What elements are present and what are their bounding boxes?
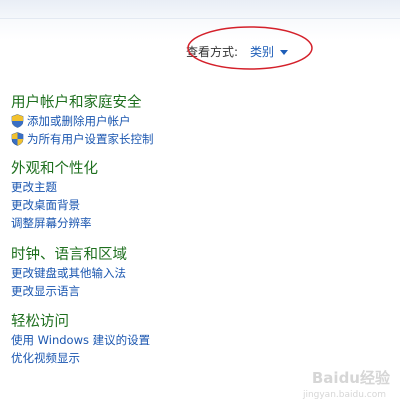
link-optimize-video-display[interactable]: 优化视频显示 <box>11 349 150 367</box>
link-change-desktop-background[interactable]: 更改桌面背景 <box>11 196 98 214</box>
section-ease-of-access: 轻松访问 使用 Windows 建议的设置 优化视频显示 <box>11 313 150 367</box>
link-parental-controls[interactable]: 为所有用户设置家长控制 <box>11 130 154 148</box>
link-windows-suggested-settings[interactable]: 使用 Windows 建议的设置 <box>11 331 150 349</box>
control-panel-page: 查看方式: 类别 用户帐户和家庭安全 添加或删除用户帐户 为所有用户设置家长控制… <box>0 0 400 400</box>
shield-icon <box>11 114 24 128</box>
link-change-display-language[interactable]: 更改显示语言 <box>11 282 127 300</box>
link-add-remove-accounts[interactable]: 添加或删除用户帐户 <box>11 112 154 130</box>
section-appearance: 外观和个性化 更改主题 更改桌面背景 调整屏幕分辨率 <box>11 160 98 232</box>
link-label: 为所有用户设置家长控制 <box>27 132 154 146</box>
link-label: 添加或删除用户帐户 <box>27 114 131 128</box>
section-title-user-accounts[interactable]: 用户帐户和家庭安全 <box>11 94 154 112</box>
section-title-clock-language-region[interactable]: 时钟、语言和区域 <box>11 246 127 264</box>
section-clock-language-region: 时钟、语言和区域 更改键盘或其他输入法 更改显示语言 <box>11 246 127 300</box>
section-title-appearance[interactable]: 外观和个性化 <box>11 160 98 178</box>
link-adjust-resolution[interactable]: 调整屏幕分辨率 <box>11 214 98 232</box>
section-title-ease-of-access[interactable]: 轻松访问 <box>11 313 150 331</box>
baidu-watermark-url: jingyan.baidu.com <box>302 390 386 400</box>
baidu-watermark: Baidu经验 <box>311 369 390 387</box>
link-change-theme[interactable]: 更改主题 <box>11 178 98 196</box>
section-user-accounts: 用户帐户和家庭安全 添加或删除用户帐户 为所有用户设置家长控制 <box>11 94 154 148</box>
shield-icon <box>11 132 24 146</box>
link-change-keyboard[interactable]: 更改键盘或其他输入法 <box>11 264 127 282</box>
